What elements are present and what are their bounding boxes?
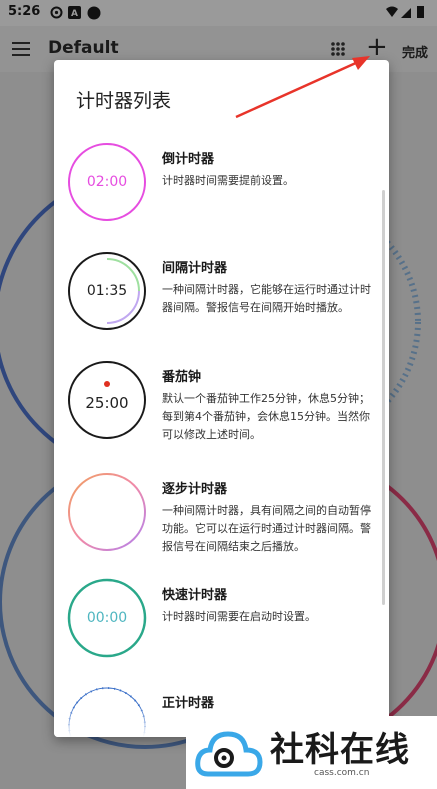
page-title: Default bbox=[48, 38, 119, 58]
pomodoro-dial-icon: 25:00 bbox=[67, 360, 147, 440]
gear-icon bbox=[50, 6, 63, 19]
watermark-url: cass.com.cn bbox=[314, 768, 370, 778]
timer-description: 默认一个番茄钟工作25分钟，休息5分钟；每到第4个番茄钟，会休息15分钟。当然你… bbox=[162, 392, 370, 441]
dialog-title: 计时器列表 bbox=[76, 90, 172, 112]
timer-type-countdown[interactable]: 02:00 倒计时器 计时器时间需要提前设置。 bbox=[54, 142, 389, 252]
status-bar: 5:26 A bbox=[0, 0, 437, 26]
app-notification-icon: A bbox=[68, 6, 81, 19]
pomodoro-display: 25:00 bbox=[85, 394, 129, 412]
countdown-dial-icon: 02:00 bbox=[67, 142, 147, 222]
timer-name: 间隔计时器 bbox=[162, 261, 228, 276]
quick-dial-icon: 00:00 bbox=[67, 578, 147, 658]
wifi-signal-battery-icon bbox=[386, 6, 424, 18]
status-icons bbox=[385, 5, 429, 22]
timer-name: 快速计时器 bbox=[162, 588, 228, 603]
quick-display: 00:00 bbox=[86, 610, 128, 626]
cloud-logo-icon bbox=[194, 724, 264, 782]
timer-description: 计时器时间需要在启动时设置。 bbox=[162, 610, 316, 623]
menu-icon[interactable] bbox=[12, 42, 30, 56]
timer-type-stepwise[interactable]: 逐步计时器 一种间隔计时器，具有间隔之间的自动暂停功能。它可以在运行时通过计时器… bbox=[54, 472, 389, 582]
circle-status-icon bbox=[87, 6, 101, 20]
countdown-display: 02:00 bbox=[86, 174, 128, 190]
interval-display: 01:35 bbox=[86, 283, 128, 299]
svg-text:A: A bbox=[71, 9, 78, 19]
timer-description: 计时器时间需要提前设置。 bbox=[162, 174, 294, 187]
timer-name: 番茄钟 bbox=[162, 370, 202, 385]
timer-name: 倒计时器 bbox=[162, 152, 215, 167]
watermark: 社科在线 cass.com.cn bbox=[186, 716, 437, 789]
add-button[interactable]: + bbox=[366, 32, 388, 62]
grid-icon[interactable] bbox=[330, 41, 346, 57]
done-button[interactable]: 完成 bbox=[402, 42, 428, 61]
interval-dial-icon: 01:35 bbox=[67, 251, 147, 331]
timer-description: 一种间隔计时器，它能够在运行时通过计时器间隔。警报信号在间隔开始时播放。 bbox=[162, 283, 371, 314]
timer-name: 逐步计时器 bbox=[162, 482, 228, 497]
timer-type-interval[interactable]: 01:35 间隔计时器 一种间隔计时器，它能够在运行时通过计时器间隔。警报信号在… bbox=[54, 251, 389, 361]
status-time: 5:26 bbox=[8, 4, 41, 19]
timer-list-dialog: 计时器列表 02:00 倒计时器 计时器时间需要提前设置。 01:35 间隔计时… bbox=[54, 60, 389, 737]
stepwise-display bbox=[67, 472, 147, 552]
timer-type-quick[interactable]: 00:00 快速计时器 计时器时间需要在启动时设置。 bbox=[54, 578, 389, 688]
stepwise-dial-icon bbox=[67, 472, 147, 552]
timer-description: 一种间隔计时器，具有间隔之间的自动暂停功能。它可以在运行时通过计时器间隔。警报信… bbox=[162, 504, 371, 553]
watermark-brand: 社科在线 bbox=[270, 730, 410, 770]
timer-type-pomodoro[interactable]: 25:00 番茄钟 默认一个番茄钟工作25分钟，休息5分钟；每到第4个番茄钟，会… bbox=[54, 360, 389, 470]
